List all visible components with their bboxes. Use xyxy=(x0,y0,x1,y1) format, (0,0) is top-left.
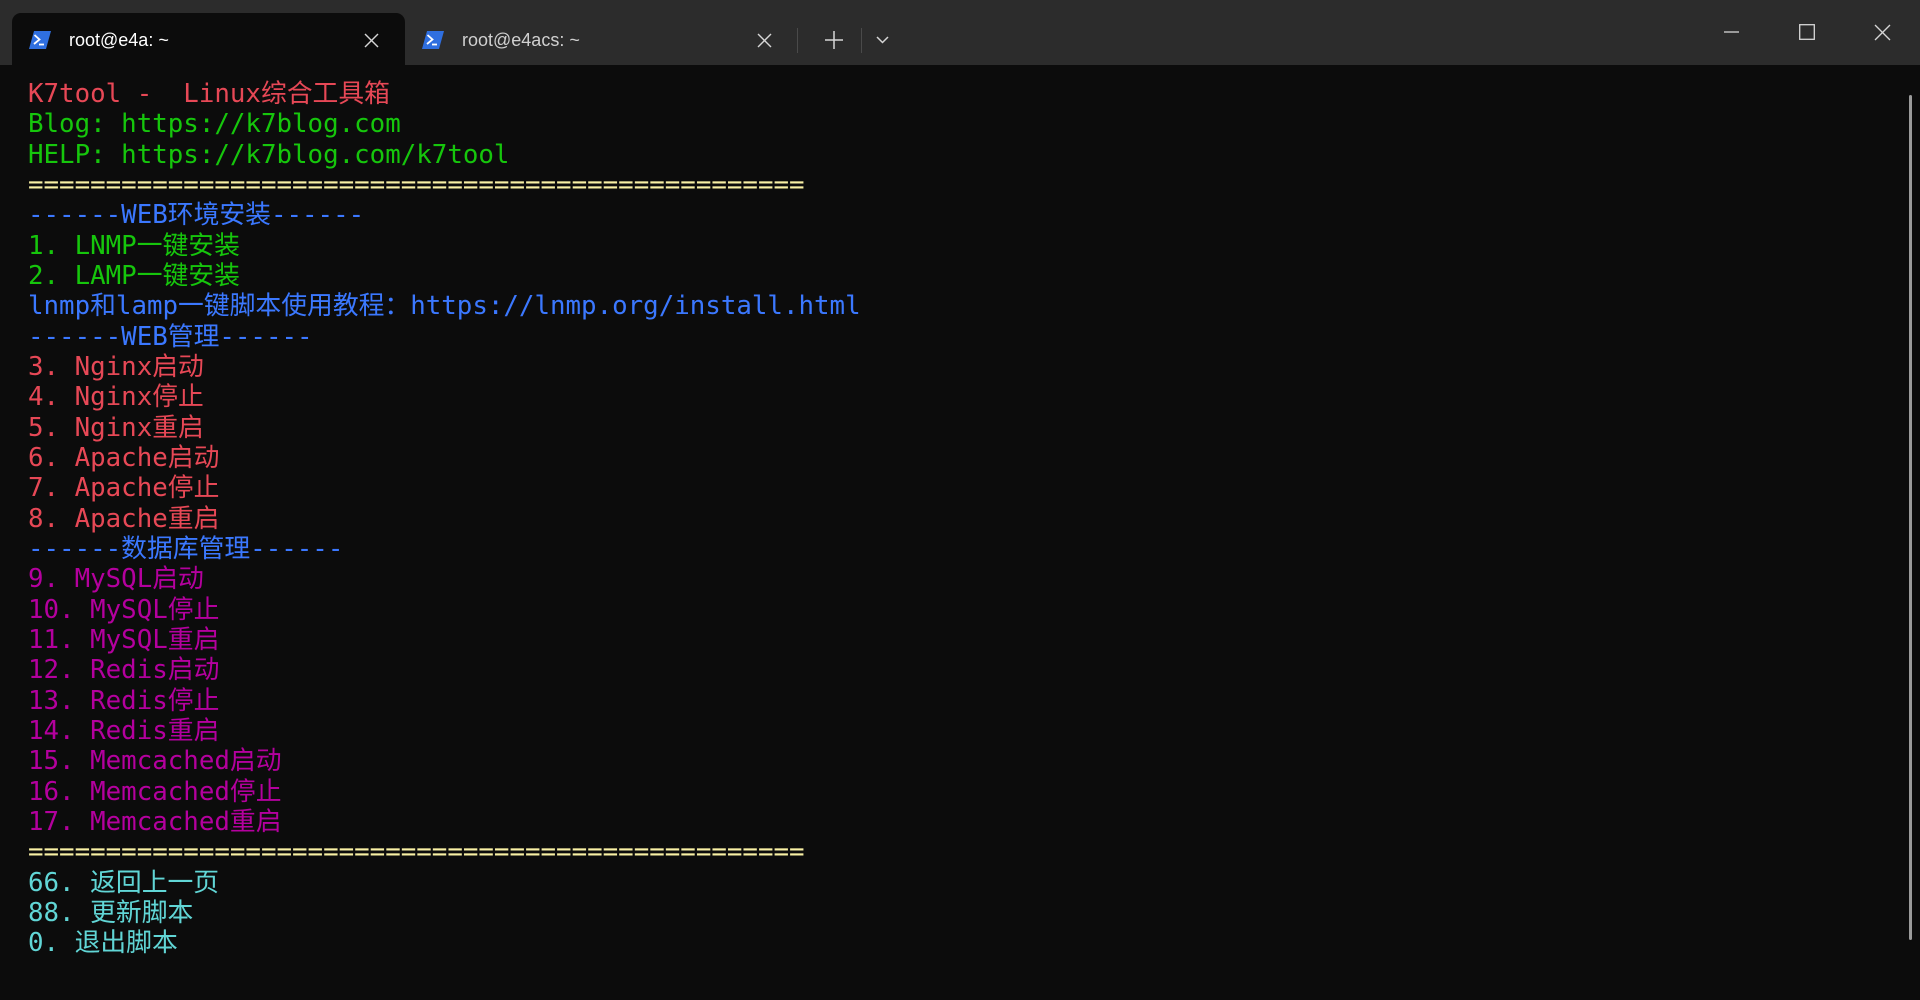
close-icon xyxy=(757,33,771,47)
section-header-database: ------数据库管理------ xyxy=(28,533,344,564)
tab-close-button[interactable] xyxy=(354,23,388,57)
menu-item-nginx-start: 3. Nginx启动 xyxy=(28,351,204,382)
close-icon xyxy=(364,33,378,47)
menu-item-memcached-restart: 17. Memcached重启 xyxy=(28,806,282,837)
chevron-down-icon xyxy=(875,36,889,44)
section-header-web-manage: ------WEB管理------ xyxy=(28,321,313,352)
menu-item-mysql-stop: 10. MySQL停止 xyxy=(28,594,220,625)
blog-link: Blog: https://k7blog.com xyxy=(28,109,401,140)
banner-title: K7tool - Linux综合工具箱 xyxy=(28,79,390,109)
menu-item-redis-start: 12. Redis启动 xyxy=(28,655,220,686)
menu-item-redis-restart: 14. Redis重启 xyxy=(28,715,220,746)
scrollbar-thumb[interactable] xyxy=(1909,95,1912,940)
tab-close-button[interactable] xyxy=(747,23,781,57)
tab-title: root@e4acs: ~ xyxy=(462,30,580,50)
maximize-button[interactable] xyxy=(1769,0,1844,64)
terminal-output: K7tool - Linux综合工具箱 Blog: https://k7blog… xyxy=(28,79,861,959)
menu-item-apache-start: 6. Apache启动 xyxy=(28,442,220,473)
tab-divider xyxy=(797,28,798,53)
menu-item-memcached-stop: 16. Memcached停止 xyxy=(28,776,282,807)
menu-item-mysql-start: 9. MySQL启动 xyxy=(28,564,204,595)
minimize-icon xyxy=(1724,31,1739,33)
new-tab-button[interactable] xyxy=(814,21,854,59)
menu-item-back: 66. 返回上一页 xyxy=(28,867,220,898)
powershell-icon xyxy=(422,31,444,49)
tab-title: root@e4a: ~ xyxy=(69,30,169,50)
menu-item-lnmp-install: 1. LNMP一键安装 xyxy=(28,230,240,261)
menu-item-redis-stop: 13. Redis停止 xyxy=(28,685,220,716)
menu-item-apache-stop: 7. Apache停止 xyxy=(28,473,220,504)
profile-dropdown-button[interactable] xyxy=(864,21,900,59)
minimize-button[interactable] xyxy=(1694,0,1769,64)
menu-item-apache-restart: 8. Apache重启 xyxy=(28,503,220,534)
menu-item-memcached-start: 15. Memcached启动 xyxy=(28,746,282,777)
menu-item-exit: 0. 退出脚本 xyxy=(28,928,178,959)
install-tutorial-link: lnmp和lamp一键脚本使用教程：https://lnmp.org/insta… xyxy=(28,291,861,322)
menu-item-lamp-install: 2. LAMP一键安装 xyxy=(28,260,240,291)
menu-item-update-script: 88. 更新脚本 xyxy=(28,897,194,928)
plus-icon xyxy=(825,31,843,49)
tab-divider xyxy=(861,28,862,53)
menu-item-mysql-restart: 11. MySQL重启 xyxy=(28,624,220,655)
separator-line: ========================================… xyxy=(28,837,805,868)
title-bar[interactable]: root@e4a: ~ root@e4acs: ~ xyxy=(0,0,1920,65)
help-link: HELP: https://k7blog.com/k7tool xyxy=(28,139,510,170)
menu-item-nginx-stop: 4. Nginx停止 xyxy=(28,382,204,413)
separator-line: ========================================… xyxy=(28,169,805,200)
menu-item-nginx-restart: 5. Nginx重启 xyxy=(28,412,204,443)
section-header-web-install: ------WEB环境安装------ xyxy=(28,200,365,231)
window-close-button[interactable] xyxy=(1844,0,1920,64)
terminal-pane[interactable]: K7tool - Linux综合工具箱 Blog: https://k7blog… xyxy=(0,65,1920,1000)
powershell-icon xyxy=(29,31,51,49)
close-icon xyxy=(1874,24,1890,40)
tab-root-e4a[interactable]: root@e4a: ~ xyxy=(12,13,405,65)
tab-root-e4acs[interactable]: root@e4acs: ~ xyxy=(405,13,798,65)
maximize-icon xyxy=(1798,24,1815,40)
